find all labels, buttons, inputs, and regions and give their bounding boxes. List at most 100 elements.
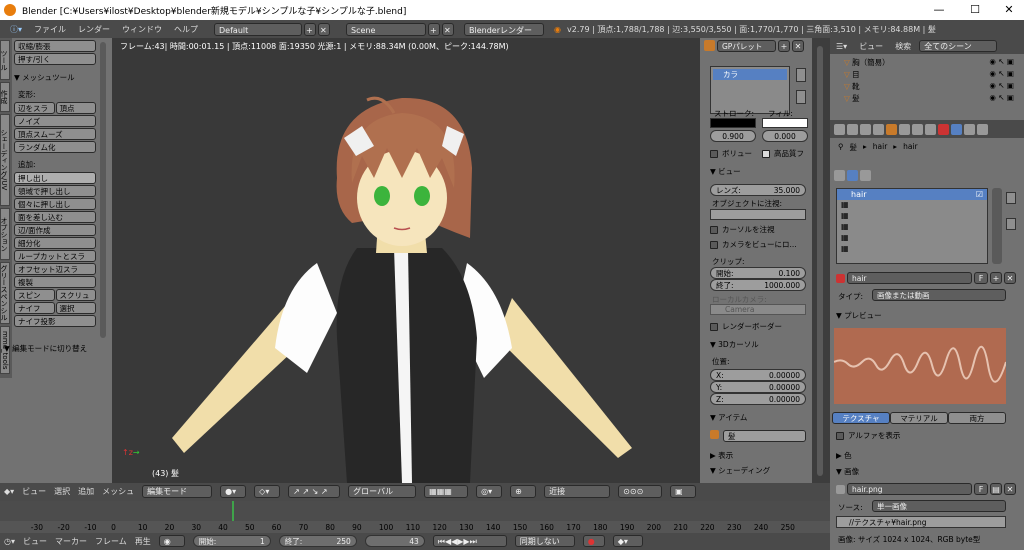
shading-header[interactable]: ▼ シェーディング bbox=[710, 465, 770, 476]
fill-color-swatch[interactable] bbox=[762, 118, 808, 128]
cursor-x-field[interactable]: X: 0.00000 bbox=[710, 369, 806, 381]
screw-button[interactable]: スクリュ bbox=[55, 289, 96, 301]
knife-button[interactable]: ナイフ bbox=[14, 302, 55, 314]
display-header[interactable]: ▶ 表示 bbox=[710, 450, 733, 461]
tab-shading-uv[interactable]: シェーディング/UV bbox=[0, 114, 10, 206]
menu-help[interactable]: ヘルプ bbox=[168, 24, 204, 35]
item-header[interactable]: ▼ アイテム bbox=[710, 412, 747, 423]
extrude-individual-button[interactable]: 個々に押し出し bbox=[14, 198, 96, 210]
particles-tab-icon[interactable] bbox=[964, 123, 975, 135]
breadcrumb-material[interactable]: hair bbox=[873, 142, 888, 153]
mesh-menu[interactable]: メッシュ bbox=[102, 486, 134, 497]
scene-tab-icon[interactable] bbox=[860, 123, 871, 135]
gp-color-item[interactable]: カラ bbox=[713, 69, 787, 80]
tab-grease-pencil[interactable]: グリースペンシル bbox=[0, 262, 10, 324]
select-mode-icons[interactable]: ▦▦▦ bbox=[424, 485, 469, 498]
lens-field[interactable]: レンズ: 35.000 bbox=[710, 184, 806, 196]
pin-icon[interactable]: ⚲ bbox=[838, 142, 844, 153]
cursor-y-field[interactable]: Y: 0.00000 bbox=[710, 381, 806, 393]
make-edge-face-button[interactable]: 辺/面作成 bbox=[14, 224, 96, 236]
extrude-region-button[interactable]: 領域で押し出し bbox=[14, 185, 96, 197]
texture-slot[interactable]: ▦ bbox=[837, 211, 987, 222]
extrude-menu[interactable]: 押し出し bbox=[14, 172, 96, 184]
view-menu[interactable]: ビュー bbox=[22, 486, 46, 497]
material-tab-icon[interactable] bbox=[938, 123, 949, 135]
volumetric-checkbox[interactable]: ボリュー bbox=[710, 148, 752, 159]
cursor-z-field[interactable]: Z: 0.00000 bbox=[710, 393, 806, 405]
keying-set-icon[interactable]: ◆▾ bbox=[612, 535, 643, 547]
hq-fill-checkbox[interactable]: 高品質フ bbox=[762, 148, 804, 159]
tab-options[interactable]: オプション bbox=[0, 208, 10, 260]
preview-material-tab[interactable]: マテリアル bbox=[890, 412, 948, 424]
image-browse-icon[interactable] bbox=[836, 484, 845, 494]
texture-name-field[interactable]: hair bbox=[847, 272, 972, 284]
npanel-scrollbar[interactable] bbox=[817, 46, 823, 476]
stroke-color-swatch[interactable] bbox=[710, 118, 756, 128]
modifiers-tab-icon[interactable] bbox=[912, 123, 923, 135]
texture-tab-icon[interactable] bbox=[951, 123, 962, 135]
smooth-vertex-button[interactable]: 頂点スムーズ bbox=[14, 128, 96, 140]
frame-menu[interactable]: フレーム bbox=[95, 536, 127, 547]
current-frame-field[interactable]: 43 bbox=[364, 535, 425, 547]
pivot-selector-icon[interactable]: ◇▾ bbox=[254, 485, 281, 498]
close-button[interactable]: ✕ bbox=[992, 0, 1024, 20]
lock-object-field[interactable] bbox=[710, 209, 806, 220]
loop-cut-slide-button[interactable]: ループカットとスラ bbox=[14, 250, 96, 262]
spin-button[interactable]: スピン bbox=[14, 289, 55, 301]
texture-slot-list[interactable]: hair ☑ ▦ ▦ ▦ ▦ ▦ bbox=[836, 188, 988, 264]
layers-tab-icon[interactable] bbox=[847, 123, 858, 135]
source-dropdown[interactable]: 単一画像 bbox=[872, 500, 1006, 512]
scene-selector[interactable]: Scene bbox=[346, 22, 427, 36]
offset-edge-slide-button[interactable]: オフセット辺スラ bbox=[14, 263, 96, 275]
noise-button[interactable]: ノイズ bbox=[14, 115, 96, 127]
world-tab-icon[interactable] bbox=[873, 123, 884, 135]
layout-selector[interactable]: Default bbox=[214, 22, 303, 36]
toggle-editmode-header[interactable]: ▼ 編集モードに切り替え bbox=[4, 343, 110, 354]
stroke-alpha-field[interactable]: 0.900 bbox=[710, 130, 756, 142]
gp-palette-field[interactable]: GPパレット bbox=[717, 40, 776, 52]
open-image-icon[interactable]: ▤ bbox=[990, 483, 1002, 495]
outliner-search-menu[interactable]: 検索 bbox=[895, 41, 911, 52]
push-pull-button[interactable]: 押す/引く bbox=[14, 53, 96, 65]
texture-type-dropdown[interactable]: 画像または動画 bbox=[872, 289, 1006, 301]
outliner-view-menu[interactable]: ビュー bbox=[859, 41, 883, 52]
randomize-button[interactable]: ランダム化 bbox=[14, 141, 96, 153]
visibility-icon[interactable]: ◉ ↖ ▣ bbox=[989, 93, 1014, 105]
inset-faces-button[interactable]: 面を差し込む bbox=[14, 211, 96, 223]
fake-user-button[interactable]: F bbox=[974, 272, 988, 284]
unlink-image-icon[interactable]: ✕ bbox=[1004, 483, 1016, 495]
proportional-edit-icon[interactable]: ◎▾ bbox=[476, 485, 503, 498]
outliner-row[interactable]: ▽ 髪 ◉ ↖ ▣ bbox=[844, 93, 1014, 105]
3d-cursor-header[interactable]: ▼ 3Dカーソル bbox=[710, 339, 759, 350]
snap-toggle-icon[interactable]: ⊕ bbox=[510, 485, 537, 498]
end-frame-field[interactable]: 終了: 250 bbox=[278, 535, 357, 547]
add-scene-icon[interactable]: + bbox=[428, 22, 441, 36]
add-color-icon[interactable] bbox=[796, 68, 806, 82]
other-texture-icon[interactable] bbox=[860, 170, 871, 181]
mesh-tools-header[interactable]: ▼ メッシュツール bbox=[14, 72, 96, 83]
editor-type-icon[interactable]: ◆▾ bbox=[4, 487, 14, 496]
manipulator-icons[interactable]: ↗ ↗ ↘ ↗ bbox=[288, 485, 341, 498]
show-alpha-checkbox[interactable]: アルファを表示 bbox=[836, 430, 900, 441]
outliner-row[interactable]: ▽ 胸（簡易） ◉ ↖ ▣ bbox=[844, 57, 1014, 69]
edge-slide-button[interactable]: 辺をスラ bbox=[14, 102, 55, 114]
mode-selector[interactable]: 編集モード bbox=[142, 485, 213, 498]
physics-tab-icon[interactable] bbox=[977, 123, 988, 135]
subdivide-button[interactable]: 細分化 bbox=[14, 237, 96, 249]
timeline-view-menu[interactable]: ビュー bbox=[23, 536, 47, 547]
menu-render[interactable]: レンダー bbox=[72, 24, 116, 35]
add-palette-icon[interactable]: + bbox=[778, 40, 790, 52]
3d-viewport[interactable]: フレーム:43| 時間:00:01.15 | 頂点:11008 面:19350 … bbox=[112, 38, 700, 483]
fill-alpha-field[interactable]: 0.000 bbox=[762, 130, 808, 142]
color-header[interactable]: ▶ 色 bbox=[836, 450, 852, 461]
constraints-tab-icon[interactable] bbox=[899, 123, 910, 135]
sync-mode-dropdown[interactable]: 同期しない bbox=[514, 535, 575, 547]
outliner-row[interactable]: ▽ 目 ◉ ↖ ▣ bbox=[844, 69, 1014, 81]
render-tab-icon[interactable] bbox=[834, 123, 845, 135]
unlink-texture-icon[interactable]: ✕ bbox=[1004, 272, 1016, 284]
data-tab-icon[interactable] bbox=[925, 123, 936, 135]
image-path-field[interactable]: //テクスチャ¥hair.png bbox=[836, 516, 1006, 528]
menu-window[interactable]: ウィンドウ bbox=[116, 24, 168, 35]
snap-element-selector[interactable]: 近接 bbox=[544, 485, 611, 498]
image-header[interactable]: ▼ 画像 bbox=[836, 466, 859, 477]
